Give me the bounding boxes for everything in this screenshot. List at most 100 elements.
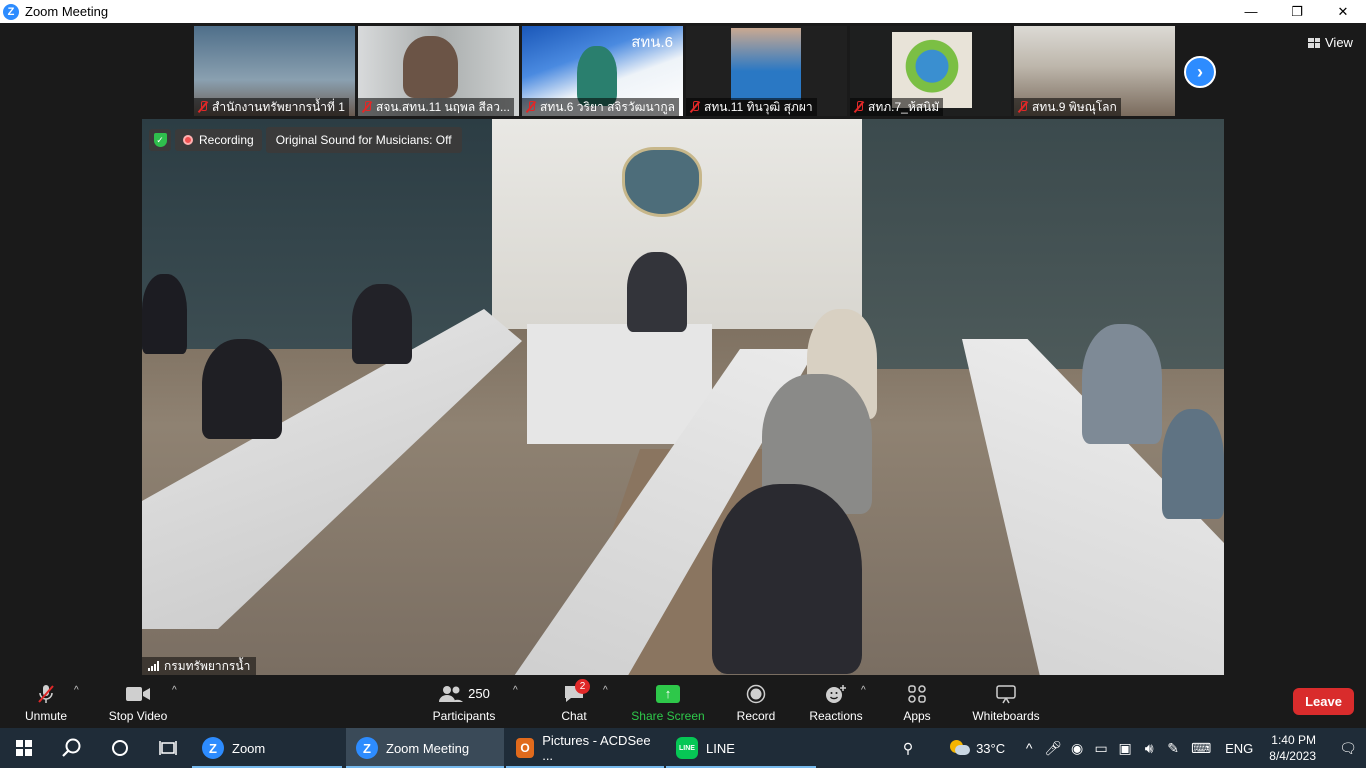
maximize-button[interactable]: ❐ bbox=[1274, 0, 1320, 23]
chat-badge: 2 bbox=[575, 678, 590, 694]
video-person bbox=[352, 284, 412, 364]
participant-thumbnail[interactable]: สทน.6 สทน.6 วริยา สจิรวัฒนากูล bbox=[522, 26, 683, 116]
pen-icon: ✎ bbox=[1167, 739, 1179, 756]
chat-icon: 2 bbox=[563, 678, 590, 707]
participant-thumbnail[interactable]: สทน.11 ทินวุฒิ สุภผา bbox=[686, 26, 847, 116]
reactions-caret-icon[interactable]: ^ bbox=[861, 685, 866, 696]
volume-tray-button[interactable]: 🔊︎ bbox=[1137, 728, 1161, 768]
video-wall-right bbox=[844, 119, 1224, 369]
show-hidden-icons-button[interactable]: ^ bbox=[1017, 728, 1041, 768]
taskbar-app-line[interactable]: LINE LINE bbox=[666, 728, 816, 768]
meeting-area: สำนักงานทรัพยากรน้ำที่ 1 สจน.สทน.11 นฤพล… bbox=[0, 23, 1366, 675]
video-person bbox=[712, 484, 862, 674]
emblem-image bbox=[622, 147, 702, 217]
participant-label: สจน.สทน.11 นฤพล สีลว... bbox=[358, 98, 514, 116]
minimize-button[interactable]: — bbox=[1228, 0, 1274, 23]
mic-muted-icon bbox=[362, 101, 372, 113]
microphone-icon: 🎤︎ bbox=[1044, 739, 1062, 756]
video-wall-left bbox=[142, 119, 502, 349]
video-table-center bbox=[527, 324, 712, 444]
video-person bbox=[202, 339, 282, 439]
encryption-shield-button[interactable]: ✓ bbox=[149, 129, 171, 151]
video-person bbox=[1082, 324, 1162, 444]
speaker-icon: 🔊︎ bbox=[1144, 739, 1154, 756]
view-button[interactable]: View bbox=[1308, 35, 1353, 50]
weather-widget[interactable]: 33°C bbox=[950, 740, 1005, 756]
unmute-button[interactable]: Unmute bbox=[22, 675, 70, 728]
participants-caret-icon[interactable]: ^ bbox=[513, 685, 518, 696]
participants-count: 250 bbox=[468, 686, 490, 701]
participant-thumbnail[interactable]: สจน.สทน.11 นฤพล สีลว... bbox=[358, 26, 519, 116]
stop-video-button[interactable]: Stop Video bbox=[106, 675, 170, 728]
task-view-button[interactable] bbox=[144, 728, 192, 768]
partly-cloudy-icon bbox=[950, 740, 971, 756]
share-screen-icon: ↑ bbox=[656, 681, 680, 707]
record-button[interactable]: Record bbox=[734, 675, 778, 728]
clock[interactable]: 1:40 PM 8/4/2023 bbox=[1269, 732, 1316, 764]
emoji-icon bbox=[825, 681, 847, 707]
clock-date: 8/4/2023 bbox=[1269, 749, 1316, 763]
battery-tray-button[interactable]: ▭ bbox=[1089, 728, 1113, 768]
input-language[interactable]: ENG bbox=[1217, 741, 1261, 756]
participant-thumbnail[interactable]: สทน.9 พิษณุโลก bbox=[1014, 26, 1175, 116]
action-center-button[interactable]: 🗨︎ bbox=[1330, 728, 1366, 768]
participant-face bbox=[731, 28, 801, 100]
main-video[interactable] bbox=[142, 119, 1224, 675]
mic-muted-icon bbox=[526, 101, 536, 113]
touch-keyboard-button[interactable]: ⌨ bbox=[1185, 728, 1217, 768]
leave-button[interactable]: Leave bbox=[1293, 688, 1354, 715]
network-tray-button[interactable]: ▣ bbox=[1113, 728, 1137, 768]
windows-logo-icon bbox=[16, 740, 32, 756]
taskbar-app-zoom[interactable]: Z Zoom bbox=[192, 728, 342, 768]
chat-button[interactable]: 2 Chat bbox=[553, 675, 595, 728]
whiteboards-button[interactable]: Whiteboards bbox=[970, 675, 1042, 728]
share-screen-button[interactable]: ↑ Share Screen bbox=[630, 675, 706, 728]
video-camera-icon bbox=[125, 681, 151, 707]
start-button[interactable] bbox=[0, 728, 48, 768]
participant-label: สทน.9 พิษณุโลก bbox=[1014, 98, 1121, 116]
apps-button[interactable]: Apps bbox=[898, 675, 936, 728]
next-page-button[interactable]: › bbox=[1184, 56, 1216, 88]
mic-off-icon bbox=[36, 681, 56, 707]
window-controls: — ❐ ✕ bbox=[1228, 0, 1366, 23]
title-bar: Z Zoom Meeting — ❐ ✕ bbox=[0, 0, 1366, 23]
participant-label: สทภ.7_ห้สนิมั bbox=[850, 98, 944, 116]
pen-tray-button[interactable]: ✎ bbox=[1161, 728, 1185, 768]
reactions-button[interactable]: Reactions bbox=[808, 675, 864, 728]
original-sound-toggle[interactable]: Original Sound for Musicians: Off bbox=[265, 127, 462, 153]
task-view-icon bbox=[159, 741, 177, 755]
network-icon: ▣ bbox=[1118, 739, 1132, 756]
cortana-icon bbox=[112, 740, 128, 756]
microphone-tray-button[interactable]: 🎤︎ bbox=[1041, 728, 1065, 768]
search-icon bbox=[62, 738, 81, 757]
participant-thumbnail[interactable]: สทภ.7_ห้สนิมั bbox=[850, 26, 1011, 116]
participant-thumbnail[interactable]: สำนักงานทรัพยากรน้ำที่ 1 bbox=[194, 26, 355, 116]
shield-check-icon: ✓ bbox=[153, 133, 167, 147]
audio-options-caret-icon[interactable]: ^ bbox=[74, 685, 79, 696]
taskbar-app-acdsee[interactable]: O Pictures - ACDSee ... bbox=[506, 728, 664, 768]
record-dot-icon bbox=[183, 135, 193, 145]
notification-icon: 🗨︎ bbox=[1339, 739, 1357, 756]
speaker-name-label: กรมทรัพยากรน้ำ bbox=[142, 657, 257, 675]
participants-button[interactable]: 250 Participants bbox=[430, 675, 498, 728]
people-button[interactable]: ⚲ bbox=[896, 728, 920, 768]
search-button[interactable] bbox=[48, 728, 96, 768]
video-person bbox=[142, 274, 187, 354]
video-person bbox=[1162, 409, 1224, 519]
chevron-up-icon: ^ bbox=[1025, 740, 1033, 756]
recording-bar: ✓ Recording Original Sound for Musicians… bbox=[149, 127, 462, 153]
grid-view-icon bbox=[1308, 37, 1320, 48]
chat-caret-icon[interactable]: ^ bbox=[603, 685, 608, 696]
line-icon: LINE bbox=[676, 737, 698, 759]
video-options-caret-icon[interactable]: ^ bbox=[172, 685, 177, 696]
participant-face bbox=[403, 36, 458, 98]
close-button[interactable]: ✕ bbox=[1320, 0, 1366, 23]
zoom-icon: Z bbox=[356, 737, 378, 759]
recording-indicator[interactable]: Recording bbox=[175, 129, 262, 151]
webcam-tray-button[interactable]: ◉ bbox=[1065, 728, 1089, 768]
taskbar-app-zoom-meeting[interactable]: Z Zoom Meeting bbox=[346, 728, 504, 768]
participant-label: สทน.11 ทินวุฒิ สุภผา bbox=[686, 98, 817, 116]
webcam-icon: ◉ bbox=[1071, 739, 1084, 756]
cortana-button[interactable] bbox=[96, 728, 144, 768]
participant-label: สำนักงานทรัพยากรน้ำที่ 1 bbox=[194, 98, 349, 116]
